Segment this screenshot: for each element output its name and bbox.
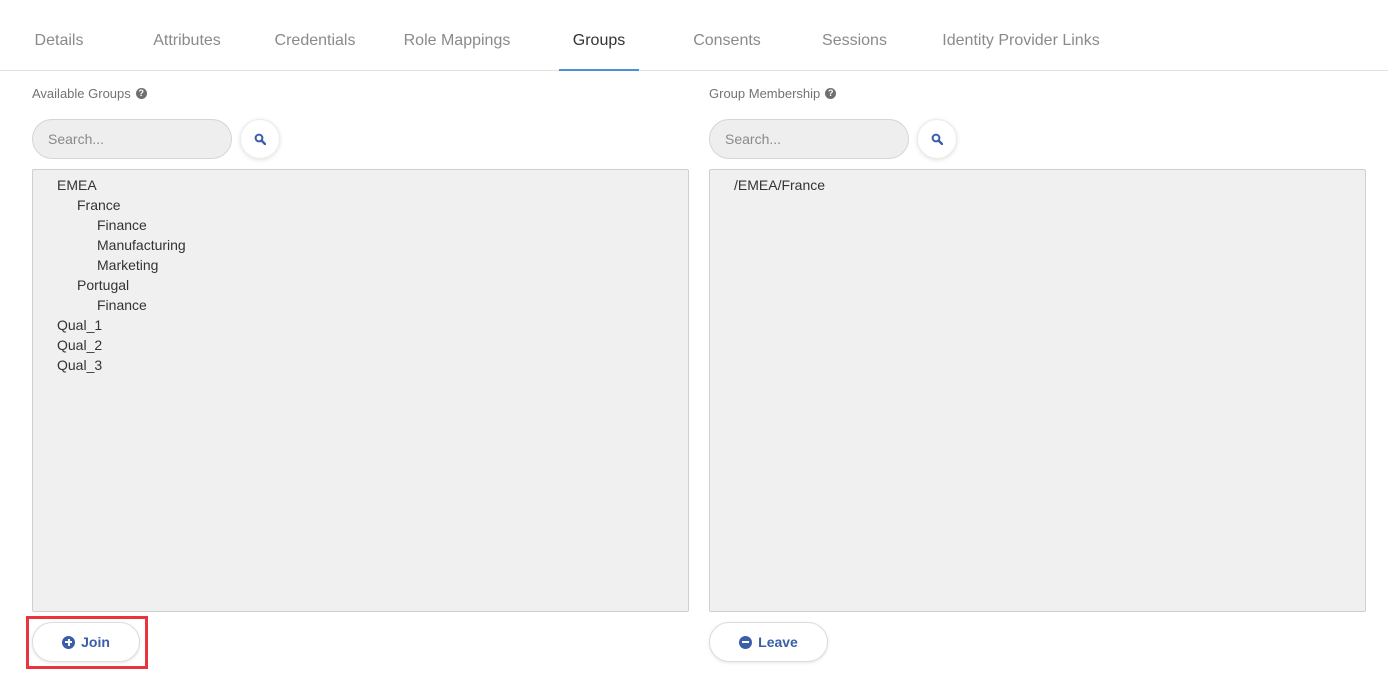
- tab-identity-provider-links[interactable]: Identity Provider Links: [931, 0, 1111, 70]
- leave-button[interactable]: Leave: [709, 622, 828, 662]
- available-groups-search-button[interactable]: [240, 119, 280, 159]
- tab-consents[interactable]: Consents: [681, 0, 773, 70]
- group-membership-label: Group Membership ?: [709, 86, 837, 101]
- group-membership-title: Group Membership: [709, 86, 821, 101]
- tree-item[interactable]: France: [33, 195, 688, 215]
- group-membership-search-button[interactable]: [917, 119, 957, 159]
- tree-item[interactable]: Qual_2: [33, 335, 688, 355]
- tab-role-mappings[interactable]: Role Mappings: [392, 0, 522, 70]
- tree-item[interactable]: /EMEA/France: [710, 175, 1365, 195]
- tree-item[interactable]: Finance: [33, 295, 688, 315]
- search-icon: [931, 133, 943, 145]
- available-groups-tree[interactable]: EMEA France Finance Manufacturing Marketing P…: [32, 169, 689, 612]
- tree-item[interactable]: Finance: [33, 215, 688, 235]
- tab-groups[interactable]: Groups: [559, 0, 639, 71]
- tree-item[interactable]: Marketing: [33, 255, 688, 275]
- plus-circle-icon: [62, 635, 76, 649]
- join-button[interactable]: Join: [32, 622, 140, 662]
- leave-button-label: Leave: [758, 634, 798, 650]
- available-groups-search-input[interactable]: [32, 119, 232, 159]
- help-icon[interactable]: ?: [825, 88, 837, 99]
- tree-item[interactable]: Qual_1: [33, 315, 688, 335]
- tree-item[interactable]: Qual_3: [33, 355, 688, 375]
- tab-bar: Details Attributes Credentials Role Mapp…: [0, 0, 1388, 71]
- tree-item[interactable]: EMEA: [33, 175, 688, 195]
- group-membership-list[interactable]: /EMEA/France: [709, 169, 1366, 612]
- join-button-label: Join: [81, 634, 110, 650]
- tab-sessions[interactable]: Sessions: [810, 0, 899, 70]
- tree-item[interactable]: Manufacturing: [33, 235, 688, 255]
- group-membership-search-input[interactable]: [709, 119, 909, 159]
- available-groups-title: Available Groups: [32, 86, 131, 101]
- search-icon: [254, 133, 266, 145]
- help-icon[interactable]: ?: [135, 88, 147, 99]
- tree-item[interactable]: Portugal: [33, 275, 688, 295]
- tab-credentials[interactable]: Credentials: [262, 0, 368, 70]
- tab-attributes[interactable]: Attributes: [140, 0, 234, 70]
- tab-details[interactable]: Details: [22, 0, 96, 70]
- available-groups-label: Available Groups ?: [32, 86, 147, 101]
- minus-circle-icon: [739, 635, 753, 649]
